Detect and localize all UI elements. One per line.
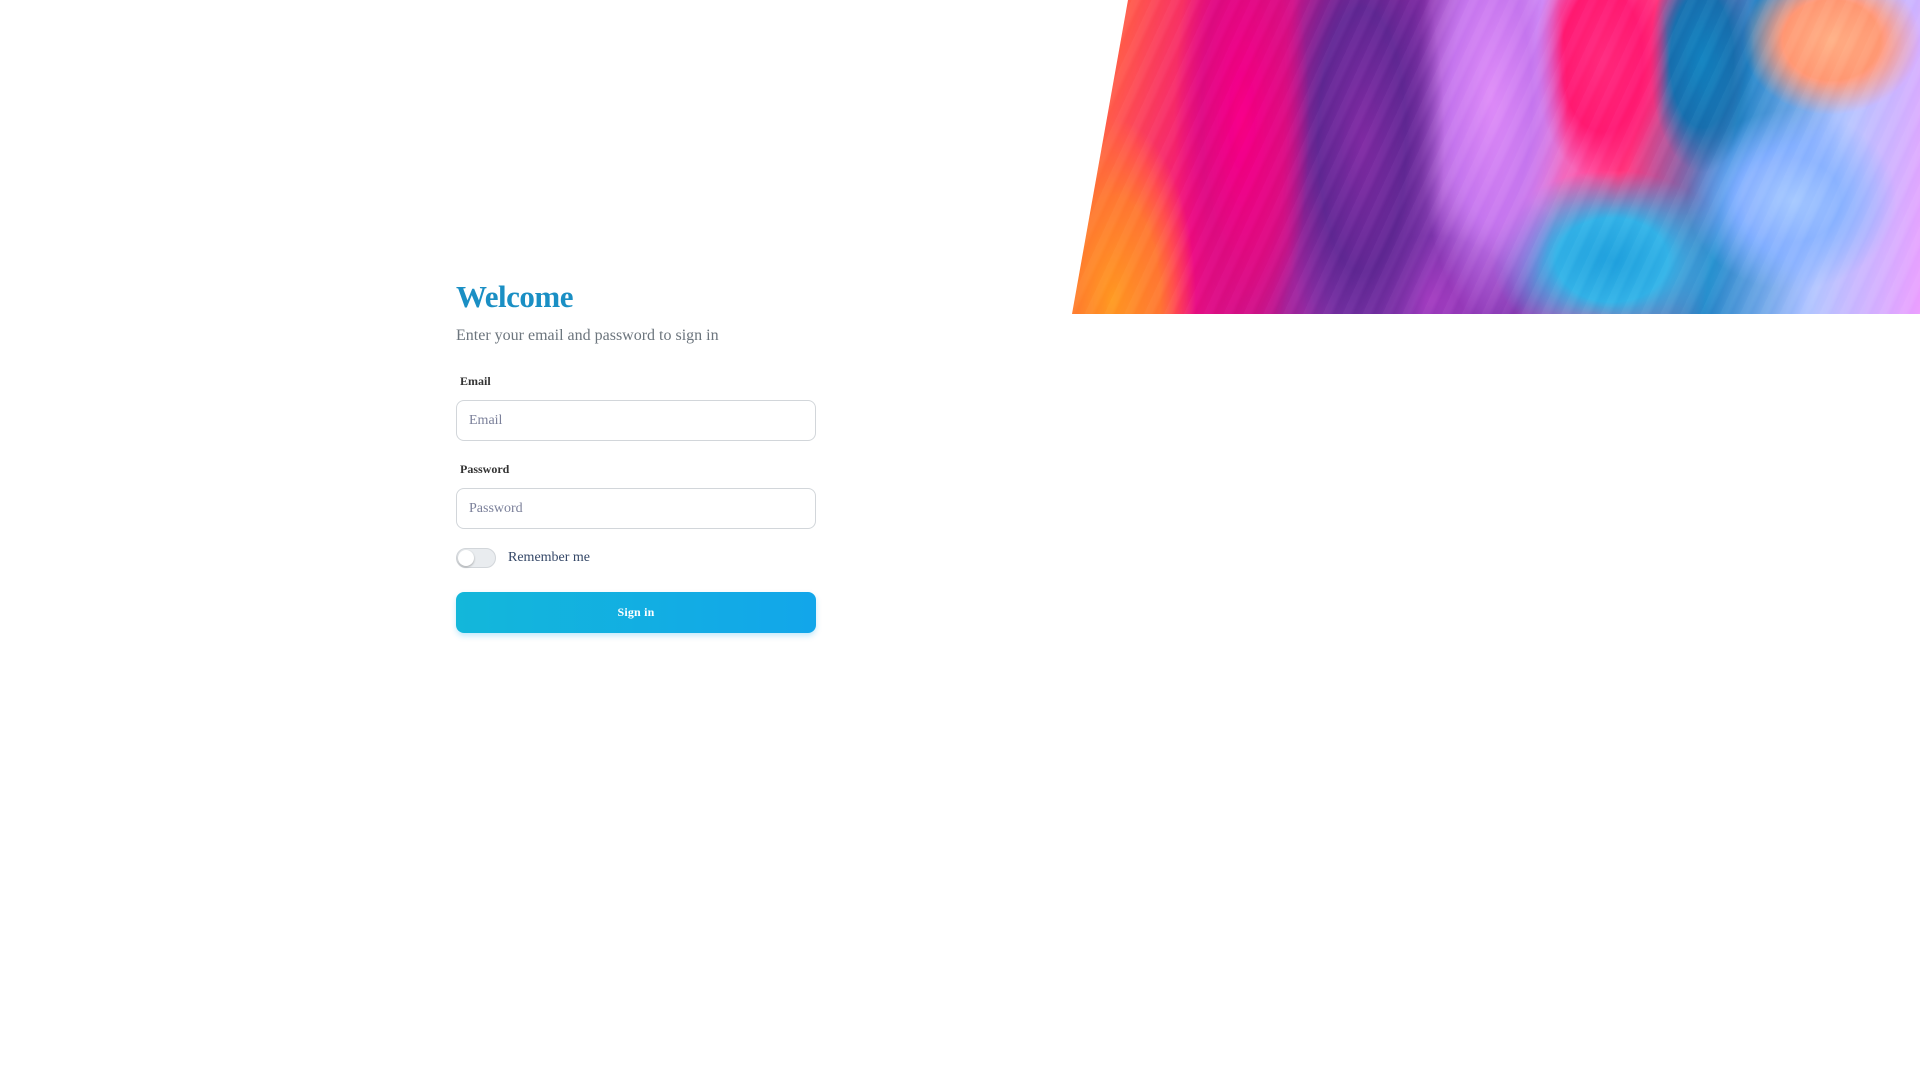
sign-in-button[interactable]: Sign in	[456, 592, 816, 633]
sign-in-page: Welcome Enter your email and password to…	[0, 0, 1920, 1080]
sign-in-form: Welcome Enter your email and password to…	[456, 278, 816, 633]
page-subtitle: Enter your email and password to sign in	[456, 327, 719, 344]
remember-me-toggle[interactable]	[456, 548, 496, 568]
toggle-knob	[458, 550, 474, 566]
remember-me-label[interactable]: Remember me	[508, 550, 590, 566]
remember-me-row: Remember me	[456, 547, 816, 569]
email-label: Email	[460, 374, 491, 388]
page-title: Welcome	[456, 279, 574, 314]
email-field[interactable]	[456, 400, 816, 441]
password-label: Password	[460, 462, 510, 476]
password-field[interactable]	[456, 488, 816, 529]
abstract-gradient-image	[1072, 0, 1920, 314]
